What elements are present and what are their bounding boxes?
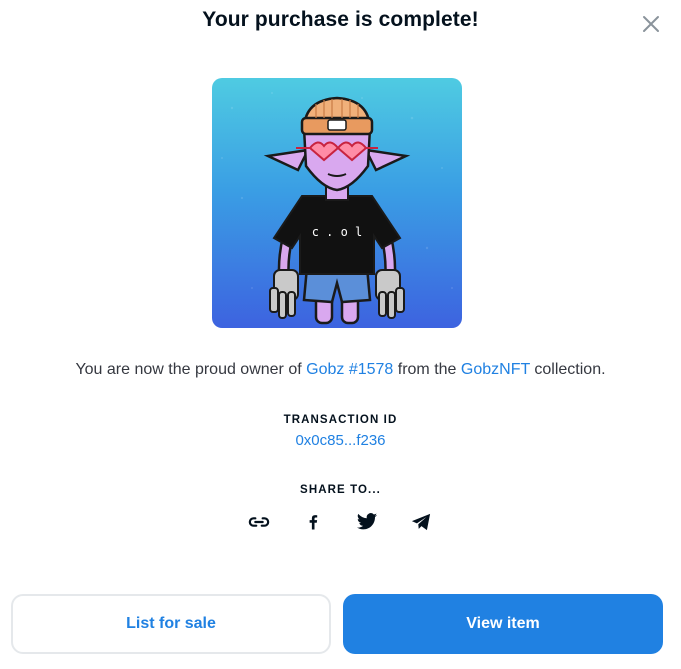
transaction-id-label: TRANSACTION ID <box>283 414 398 426</box>
share-link-button[interactable] <box>240 508 278 536</box>
facebook-icon[interactable] <box>304 512 322 532</box>
list-for-sale-button[interactable]: List for sale <box>11 594 331 654</box>
link-icon[interactable] <box>248 511 270 533</box>
share-telegram-button[interactable] <box>402 508 440 536</box>
close-icon[interactable] <box>642 15 660 33</box>
owner-prefix: You are now the proud owner of <box>75 361 307 378</box>
svg-text:c . o l: c . o l <box>312 225 363 239</box>
ownership-message: You are now the proud owner of Gobz #157… <box>0 361 681 379</box>
share-label: SHARE TO... <box>300 484 381 496</box>
share-facebook-button[interactable] <box>294 508 332 536</box>
share-twitter-button[interactable] <box>348 508 386 536</box>
item-link[interactable]: Gobz #1578 <box>306 361 393 378</box>
owner-middle: from the <box>393 361 461 378</box>
close-button[interactable] <box>637 10 665 38</box>
view-item-button[interactable]: View item <box>343 594 663 654</box>
collection-link[interactable]: GobzNFT <box>461 361 530 378</box>
transaction-id-link[interactable]: 0x0c85...f236 <box>0 432 681 449</box>
twitter-icon[interactable] <box>356 512 378 532</box>
nft-image: c . o l <box>212 78 462 328</box>
telegram-icon[interactable] <box>410 512 432 532</box>
modal-title: Your purchase is complete! <box>202 8 479 31</box>
owner-suffix: collection. <box>529 361 606 378</box>
share-icons <box>240 508 440 536</box>
